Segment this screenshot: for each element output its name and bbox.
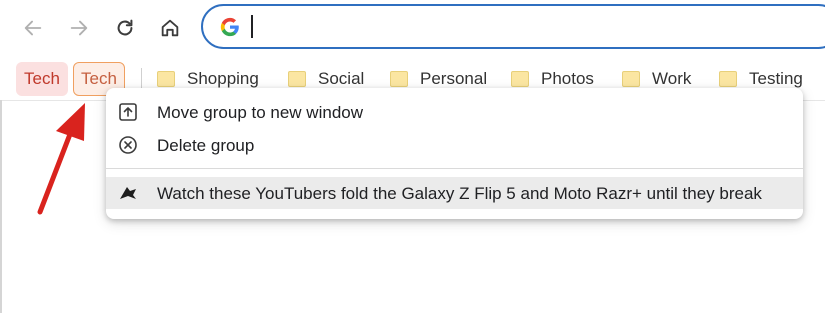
move-window-icon (119, 103, 137, 121)
bookmark-label: Shopping (187, 69, 259, 88)
bookmark-folder-shopping[interactable]: Shopping (157, 68, 259, 90)
folder-icon (390, 71, 408, 87)
bookmarks-separator (141, 68, 142, 90)
forward-button[interactable] (63, 12, 95, 44)
menu-separator (106, 168, 803, 169)
tab-group-context-menu: Move group to new window Delete group Wa… (106, 88, 803, 219)
menu-item-label: Watch these YouTubers fold the Galaxy Z … (157, 184, 762, 203)
browser-toolbar (0, 0, 825, 58)
tab-group-chip-tech[interactable]: Tech (16, 62, 68, 96)
folder-icon (288, 71, 306, 87)
window-left-edge (0, 100, 2, 313)
delete-circle-icon (119, 136, 137, 154)
reload-button[interactable] (109, 12, 141, 44)
address-bar[interactable] (201, 4, 825, 49)
menu-item-label: Delete group (157, 136, 255, 155)
arrow-left-icon (24, 20, 42, 36)
site-favicon-icon (120, 187, 136, 199)
reload-icon (117, 19, 133, 36)
menu-item-move-group[interactable]: Move group to new window (106, 96, 803, 128)
bookmark-label: Testing (749, 69, 803, 88)
folder-icon (157, 71, 175, 87)
home-button[interactable] (154, 12, 186, 44)
menu-item-tab-in-group[interactable]: Watch these YouTubers fold the Galaxy Z … (106, 177, 803, 209)
home-icon (161, 19, 179, 37)
bookmark-label: Work (652, 69, 692, 88)
menu-item-label: Move group to new window (157, 103, 364, 122)
annotation-arrow-icon (37, 103, 85, 215)
bookmark-folder-photos[interactable]: Photos (511, 68, 594, 90)
back-button[interactable] (17, 12, 49, 44)
text-cursor (251, 15, 253, 38)
arrow-right-icon (70, 20, 88, 36)
menu-item-delete-group[interactable]: Delete group (106, 129, 803, 161)
google-icon (220, 17, 239, 37)
tab-group-label: Tech (81, 69, 117, 88)
bookmark-folder-testing[interactable]: Testing (719, 68, 803, 90)
bookmark-label: Social (318, 69, 365, 88)
bookmark-label: Personal (420, 69, 488, 88)
folder-icon (511, 71, 529, 87)
bookmark-folder-social[interactable]: Social (288, 68, 364, 90)
bookmark-folder-work[interactable]: Work (622, 68, 691, 90)
bookmark-label: Photos (541, 69, 594, 88)
folder-icon (622, 71, 640, 87)
folder-icon (719, 71, 737, 87)
tab-group-label: Tech (24, 69, 60, 88)
bookmark-folder-personal[interactable]: Personal (390, 68, 487, 90)
